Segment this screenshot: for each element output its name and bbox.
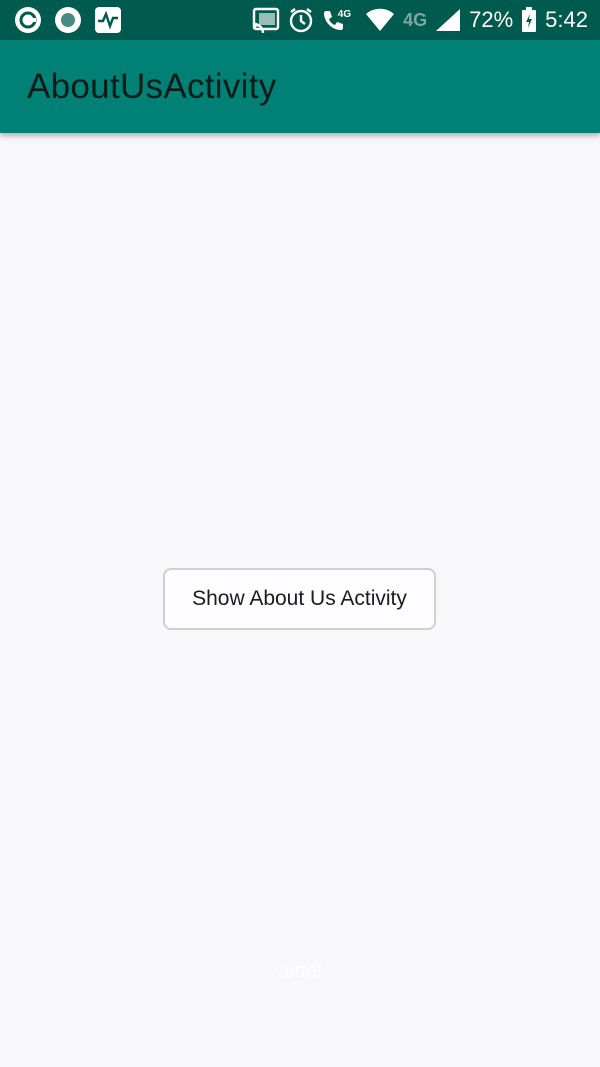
battery-percent: 72% [469, 7, 514, 32]
volte-call-icon: 4G [322, 8, 357, 32]
show-about-us-button[interactable]: Show About Us Activity [163, 568, 436, 630]
record-icon [54, 6, 82, 34]
network-type-large: 4G [403, 9, 428, 30]
clock: 5:42 [545, 7, 588, 32]
carrier-label: airtel [278, 960, 322, 982]
app-bar: AboutUsActivity [0, 40, 600, 133]
network-type-small: 4G [337, 8, 352, 20]
cast-icon [252, 7, 280, 33]
signal-icon [435, 8, 461, 32]
page-title: AboutUsActivity [27, 67, 277, 106]
status-bar: 4G 4G 72% 5:42 [0, 0, 600, 40]
battery-charging-icon [521, 7, 537, 33]
alarm-icon [288, 7, 314, 33]
wifi-icon [365, 8, 395, 32]
app-circle-icon [14, 6, 42, 34]
activity-monitor-icon [94, 6, 122, 34]
